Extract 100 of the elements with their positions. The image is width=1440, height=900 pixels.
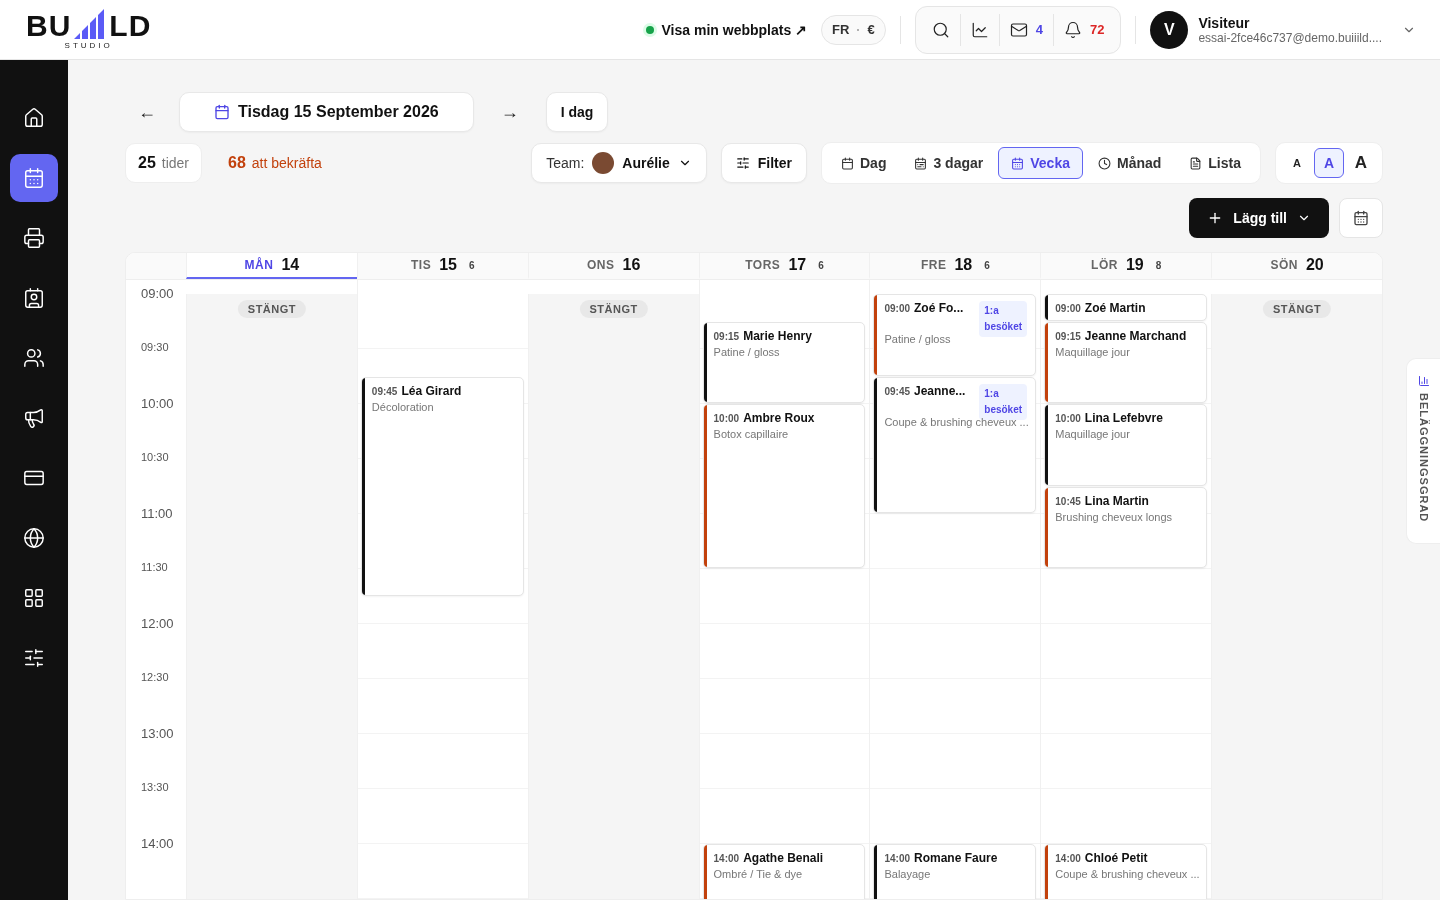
service-name: Maquillage jour <box>1055 428 1131 440</box>
day-header[interactable]: LÖR 19 8 <box>1040 253 1212 279</box>
view-tab[interactable]: Månad <box>1084 147 1175 179</box>
today-button[interactable]: I dag <box>545 92 609 132</box>
filter-button[interactable]: Filter <box>720 143 807 183</box>
appointment-title: 14:00 Chloé Petit <box>1055 851 1149 865</box>
mail-button[interactable]: 4 <box>998 13 1053 46</box>
service-name: Maquillage jour <box>1055 345 1131 358</box>
appointment-card[interactable]: 09:00 Zoé Martin <box>1044 294 1208 321</box>
appointment-card[interactable]: 14:00 Romane Faure Balayage <box>873 844 1037 899</box>
appointment-card[interactable]: 10:45 Lina Martin Brushing cheveux longs <box>1044 486 1208 568</box>
closed-label: STÄNGT <box>579 300 648 318</box>
chart-icon <box>970 20 989 39</box>
service-name: Balayage <box>884 868 932 880</box>
appointment-card[interactable]: 09:15 Marie Henry Patine / gloss <box>702 321 866 403</box>
time-label: 10:30 <box>140 451 170 465</box>
day-header[interactable]: FRE 18 6 <box>869 253 1041 279</box>
day-header[interactable]: SÖN 20 <box>1211 253 1382 279</box>
pending-label: att bekräfta <box>251 155 322 171</box>
day-header[interactable]: ONS 16 <box>527 253 699 279</box>
font-size-button[interactable]: A <box>1346 148 1376 178</box>
service-name: Décoloration <box>371 400 435 413</box>
font-size-button[interactable]: A <box>1282 148 1312 178</box>
logo-text: BU <box>26 13 72 39</box>
appointment-title: 09:00 Zoé Martin <box>1055 301 1147 315</box>
user-email: essai-2fce46c737@demo.buiiild.... <box>1198 30 1382 45</box>
view-tab[interactable]: Lista <box>1176 147 1254 179</box>
appointment-title: 14:00 Agathe Benali <box>713 851 825 865</box>
time-label: 11:00 <box>140 506 174 523</box>
previous-button[interactable]: ← <box>131 100 163 124</box>
time-label: 10:00 <box>140 396 175 413</box>
appointment-title: 14:00 Romane Faure <box>884 851 999 865</box>
bar-chart-icon <box>1417 375 1430 387</box>
calendar-icon <box>214 104 230 120</box>
locale-button[interactable]: FR € <box>821 14 886 45</box>
calendar-icon <box>23 167 45 189</box>
occupancy-tab[interactable]: BELÄGGNINGSGRAD <box>1406 358 1440 544</box>
sliders-icon <box>735 156 750 170</box>
view-tab[interactable]: 3 dagar <box>901 147 997 179</box>
first-visit-badge: 1:a besöket <box>979 301 1028 337</box>
photo-placeholder <box>592 152 615 174</box>
time-label: 12:30 <box>140 671 170 685</box>
first-visit-badge: 1:a besöket <box>979 383 1028 420</box>
globe-icon <box>23 527 45 549</box>
appointment-card[interactable]: 14:00 Agathe Benali Ombré / Tie & dye <box>702 844 866 899</box>
sliders-icon <box>23 647 45 669</box>
mail-icon <box>1009 20 1028 39</box>
calendar-icon <box>1011 156 1025 170</box>
user-name: Visiteur <box>1198 14 1251 31</box>
megaphone-icon <box>23 407 45 429</box>
appointment-card[interactable]: 14:00 Chloé Petit Coupe & brushing cheveux ... <box>1044 844 1208 899</box>
appointment-card[interactable]: 10:00 Lina Lefebvre Maquillage jour <box>1044 404 1208 486</box>
contact-card-icon <box>23 287 45 309</box>
service-name: Botox capillaire <box>713 428 790 440</box>
appointment-title: 09:00 Zoé Fo... <box>884 301 965 315</box>
appointment-title: 09:45 Léa Girard <box>371 383 463 398</box>
closed-label: STÄNGT <box>1262 300 1332 318</box>
appointment-title: 09:15 Marie Henry <box>713 328 813 343</box>
user-avatar[interactable]: V <box>1150 10 1189 49</box>
appointment-title: 10:45 Lina Martin <box>1055 493 1150 508</box>
time-label: 13:00 <box>140 726 175 743</box>
logo-subtitle: STUDIO <box>64 41 113 50</box>
service-name: Patine / gloss <box>884 333 952 345</box>
add-button[interactable]: Lägg till <box>1189 198 1329 238</box>
appointment-card[interactable]: 09:45 Léa Girard Décoloration <box>360 376 524 596</box>
clock-icon <box>1097 156 1111 170</box>
day-header[interactable]: MÅN 14 <box>186 253 357 279</box>
time-label: 13:30 <box>140 781 170 795</box>
view-tab[interactable]: Vecka <box>998 147 1083 179</box>
team-select[interactable]: Team: Aurélie <box>531 143 707 183</box>
time-label: 11:30 <box>140 561 169 575</box>
appointment-card[interactable]: 09:45 Jeanne... 1:a besöket Coupe & brushing cheveux ... <box>873 376 1037 513</box>
appointment-card[interactable]: 09:00 Zoé Fo... 1:a besöket Patine / gloss <box>873 294 1037 376</box>
closed-label: STÄNGT <box>237 300 307 318</box>
appointment-card[interactable]: 10:00 Ambre Roux Botox capillaire <box>702 404 866 568</box>
bell-icon <box>1063 20 1082 39</box>
service-name: Patine / gloss <box>713 345 781 358</box>
users-icon <box>23 347 45 369</box>
calendar-button[interactable] <box>1339 198 1383 238</box>
font-size-button[interactable]: A <box>1314 148 1344 178</box>
search-icon <box>931 20 950 39</box>
sidebar-item[interactable] <box>10 154 58 202</box>
service-name: Coupe & brushing cheveux ... <box>1055 868 1199 880</box>
pending-count: 68 <box>228 154 246 172</box>
bell-button[interactable]: 72 <box>1052 13 1115 46</box>
bookings-stat: 25 tider <box>125 143 203 183</box>
day-header[interactable]: TORS 17 6 <box>698 253 870 279</box>
day-header[interactable]: TIS 15 6 <box>356 253 528 279</box>
grid-icon <box>23 587 45 609</box>
site-link[interactable]: Visa min webbplats ↗ <box>661 21 808 38</box>
service-name: Ombré / Tie & dye <box>713 868 804 880</box>
calendar-icon <box>841 156 854 170</box>
calendar-icon <box>914 156 928 170</box>
appointment-card[interactable]: 09:15 Jeanne Marchand Maquillage jour <box>1044 321 1208 403</box>
next-button[interactable]: → <box>493 100 526 124</box>
calendar-icon <box>1353 210 1369 226</box>
view-tab[interactable]: Dag <box>828 147 900 179</box>
date-picker[interactable]: Tisdag 15 September 2026 <box>179 92 474 132</box>
home-icon <box>23 107 45 129</box>
time-label: 14:00 <box>140 836 175 853</box>
